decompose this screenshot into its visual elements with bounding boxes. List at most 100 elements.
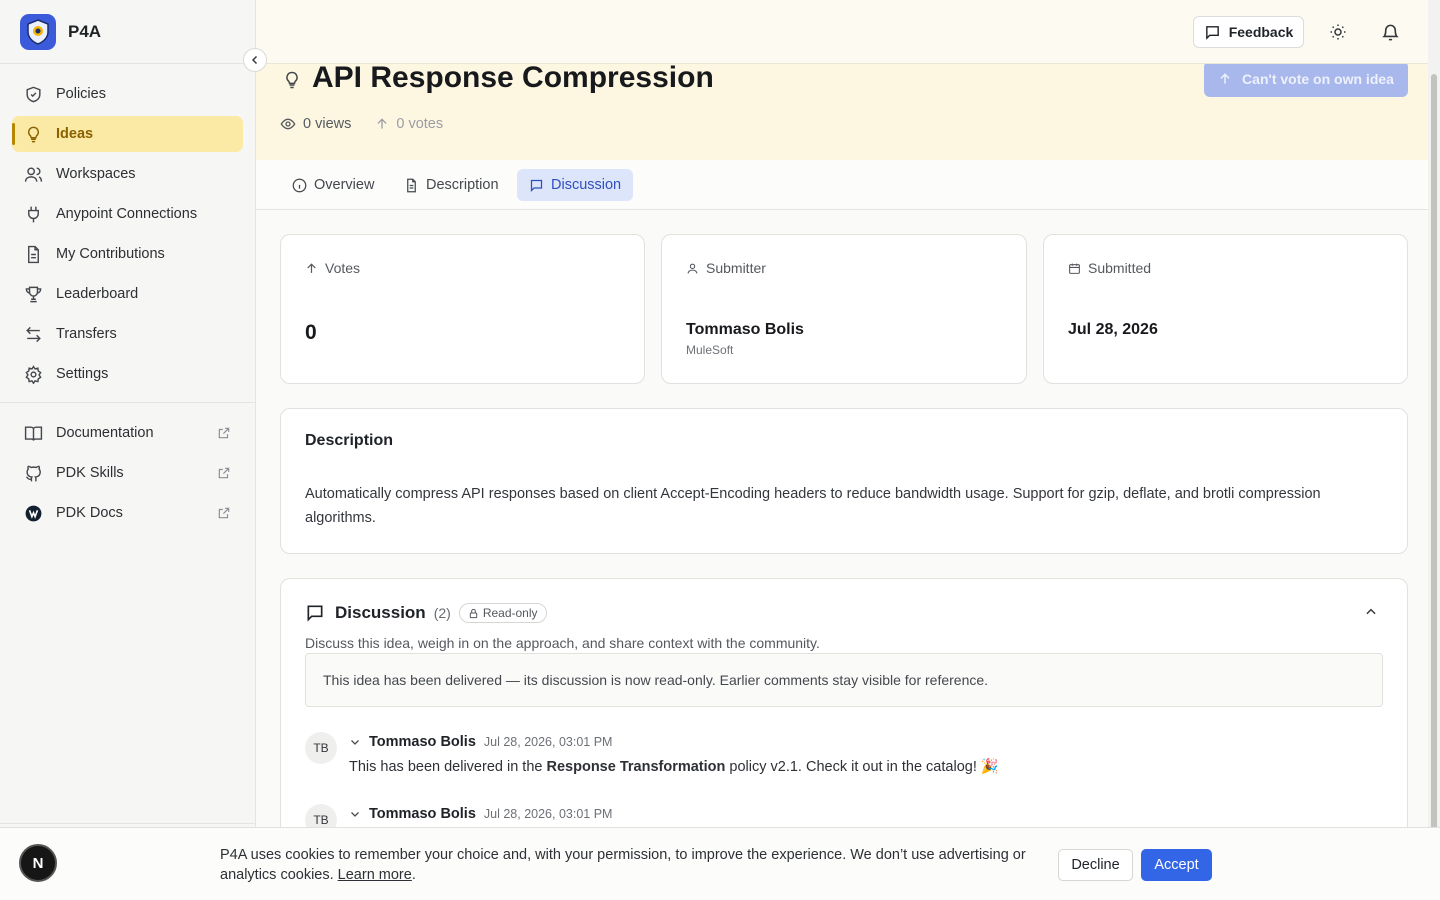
sidebar-item-label: Settings [56,366,109,382]
shield-check-icon [26,86,41,102]
tab-overview[interactable]: Overview [280,169,386,201]
notifications-button[interactable] [1376,18,1404,46]
cookie-text: P4A uses cookies to remember your choice… [220,847,1026,883]
votes-label: Votes [305,260,360,276]
learn-more-link[interactable]: Learn more [338,867,412,883]
collapse-discussion-button[interactable] [1364,605,1378,624]
sidebar-link-pdk-skills[interactable]: PDK Skills [12,455,243,491]
chevron-down-icon[interactable] [349,808,361,820]
views-count: 0 views [280,116,351,132]
sidebar-item-label: Policies [56,86,106,102]
comment-header: Tommaso Bolis Jul 28, 2026, 03:01 PM [349,806,612,822]
description-card: Description Automatically compress API r… [280,408,1408,554]
external-link-icon [218,507,230,519]
sidebar-divider [0,402,255,403]
trophy-icon [25,286,42,302]
avatar: TB [305,732,337,764]
sidebar-link-label: PDK Docs [56,505,123,521]
comment-author: Tommaso Bolis [369,734,476,750]
sidebar-item-ideas[interactable]: Ideas [12,116,243,152]
read-only-badge: Read-only [458,603,547,623]
vote-button[interactable]: Can't vote on own idea [1204,61,1408,97]
file-text-icon [407,178,416,192]
lock-icon [469,608,478,618]
github-icon [26,465,41,481]
comment-time: Jul 28, 2026, 03:01 PM [483,735,613,749]
sidebar: P4A Policies Ideas Workspaces Anypoint C… [0,0,256,900]
book-open-icon [24,425,43,441]
discussion-title: Discussion [335,603,426,622]
external-link-icon [218,467,230,479]
sidebar-item-label: Leaderboard [56,286,139,302]
tab-discussion[interactable]: Discussion [517,169,634,201]
arrow-up-icon [307,262,316,273]
sidebar-item-label: Ideas [56,126,94,142]
decline-button[interactable]: Decline [1058,849,1133,881]
sidebar-item-label: Transfers [56,326,117,342]
theme-toggle-button[interactable] [1324,18,1352,46]
discussion-header: Discussion (2) Read-only [305,603,547,623]
collapse-sidebar-button[interactable] [243,48,267,72]
sidebar-item-workspaces[interactable]: Workspaces [12,156,243,192]
feedback-label: Feedback [1228,24,1294,40]
idea-content: Votes 0 Submitter Tommaso Bolis MuleSoft… [256,210,1428,900]
votes-card: Votes 0 [280,234,645,384]
scrollbar[interactable] [1428,0,1440,900]
brand[interactable]: P4A [0,0,255,64]
description-text: Automatically compress API responses bas… [305,486,1321,526]
sidebar-link-pdk-docs[interactable]: PDK Docs [12,495,243,531]
comment: TB Tommaso Bolis Jul 28, 2026, 03:01 PM … [305,732,1383,782]
sun-icon [1330,24,1346,40]
discussion-subtitle: Discuss this idea, weigh in on the appro… [305,635,820,651]
gear-icon [25,364,42,384]
idea-meta: 0 views 0 votes [280,116,443,132]
votes-count: 0 votes [375,116,443,132]
sidebar-item-transfers[interactable]: Transfers [12,316,243,352]
page-title: API Response Compression [312,61,714,94]
chevron-down-icon[interactable] [349,736,361,748]
plug-icon [28,206,39,222]
sidebar-item-policies[interactable]: Policies [12,76,243,112]
accept-button[interactable]: Accept [1141,849,1212,881]
sidebar-item-anypoint-connections[interactable]: Anypoint Connections [12,196,243,232]
chevron-left-icon [251,55,258,65]
arrows-left-right-icon [26,326,41,342]
description-title: Description [305,432,394,449]
external-links-nav: Documentation PDK Skills PDK Docs [0,413,255,531]
tab-label: Overview [314,177,375,193]
users-icon [24,166,43,182]
tab-label: Discussion [551,177,622,193]
main-nav: Policies Ideas Workspaces Anypoint Conne… [0,64,255,392]
sidebar-item-label: My Contributions [56,246,165,262]
submitted-date: Jul 28, 2026 [1068,321,1158,338]
message-square-icon [530,179,543,192]
idea-tabs: Overview Description Discussion [256,160,1428,210]
message-square-icon [1205,25,1219,40]
p4a-logo-icon [20,13,56,50]
sidebar-item-my-contributions[interactable]: My Contributions [12,236,243,272]
sidebar-item-leaderboard[interactable]: Leaderboard [12,276,243,312]
votes-value: 0 [305,321,317,344]
mulesoft-icon [25,505,42,521]
submitter-org: MuleSoft [686,343,734,357]
sidebar-item-settings[interactable]: Settings [12,356,243,392]
lightbulb-icon [28,126,39,142]
app-name: P4A [68,21,102,41]
sidebar-link-documentation[interactable]: Documentation [12,415,243,451]
eye-icon [280,118,296,130]
file-text-icon [28,245,39,263]
user-avatar[interactable]: N [19,844,57,882]
cookie-banner: N P4A uses cookies to remember your choi… [0,827,1440,900]
tab-description[interactable]: Description [392,169,511,201]
lightbulb-icon [286,71,298,89]
read-only-notice: This idea has been delivered — its discu… [305,653,1383,707]
calendar-icon [1069,263,1080,274]
discussion-count: (2) [433,605,451,621]
feedback-button[interactable]: Feedback [1193,16,1304,48]
submitted-label: Submitted [1068,260,1151,276]
scrollbar-thumb[interactable] [1431,74,1437,834]
chevron-up-icon [1366,608,1376,615]
submitter-name: Tommaso Bolis [686,321,804,338]
bell-icon [1381,24,1399,40]
comment-body: This has been delivered in the Response … [349,759,999,775]
